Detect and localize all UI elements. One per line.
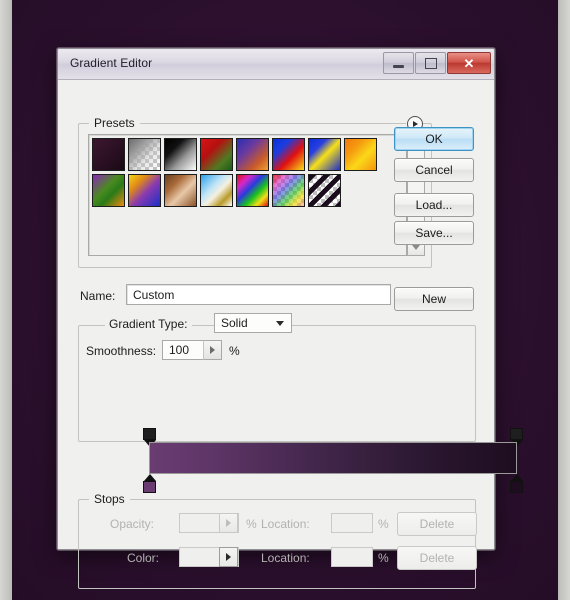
presets-group: Presets (78, 115, 432, 268)
desktop-background: Gradient Editor ✕ Presets OK Cancel Load… (0, 0, 570, 600)
preset-swatch-copper[interactable] (164, 174, 197, 207)
color-stop-right-pointer (510, 474, 523, 481)
preset-swatch-spectrum[interactable] (236, 174, 269, 207)
color-label: Color: (127, 551, 160, 565)
color-location-percent-label: % (378, 551, 389, 565)
opacity-location-label: Location: (261, 517, 310, 531)
minimize-button[interactable] (383, 52, 414, 74)
preset-swatch-fill (273, 175, 304, 206)
preset-swatch-fill (165, 175, 196, 206)
desktop-right-edge-strip (558, 0, 570, 600)
gradient-preview-bar[interactable] (149, 442, 517, 474)
gradient-settings-group: Gradient Type: Solid Smoothness: 100 % (78, 313, 476, 442)
close-button[interactable]: ✕ (447, 52, 491, 74)
name-label: Name: (80, 289, 116, 303)
presets-legend: Presets (89, 116, 140, 130)
gradient-type-label: Gradient Type: (105, 317, 192, 331)
preset-swatch-fill (201, 175, 232, 206)
ok-button[interactable]: OK (394, 127, 474, 151)
name-input[interactable]: Custom (126, 284, 391, 305)
preset-swatch-fill (93, 175, 124, 206)
maximize-button[interactable] (415, 52, 446, 74)
presets-swatch-pane[interactable] (88, 134, 407, 256)
opacity-stop-left-swatch (143, 428, 156, 440)
preset-swatch-fill (165, 139, 196, 170)
preset-swatch-fill (237, 175, 268, 206)
scroll-down-arrow-icon (412, 245, 420, 250)
stops-group: Stops Opacity: % Location: % Delete Colo… (78, 492, 477, 589)
load-button[interactable]: Load... (394, 193, 474, 217)
preset-swatch-chrome[interactable] (200, 174, 233, 207)
color-delete-button[interactable]: Delete (397, 546, 477, 570)
preset-swatch-foreground-to-background[interactable] (92, 138, 125, 171)
window-title: Gradient Editor (70, 56, 153, 70)
preset-swatch-fill (93, 139, 124, 170)
dialog-body: Presets OK Cancel Load... Save... New Na… (58, 80, 523, 589)
gradient-editor-window: Gradient Editor ✕ Presets OK Cancel Load… (57, 48, 523, 589)
preset-swatch-fill (201, 139, 232, 170)
preset-swatch-violet-green-orange[interactable] (92, 174, 125, 207)
smoothness-stepper-button[interactable] (203, 340, 222, 360)
color-location-label: Location: (261, 551, 310, 565)
preset-swatch-violet-orange[interactable] (236, 138, 269, 171)
gradient-type-select[interactable]: Solid (214, 313, 292, 333)
desktop-left-edge-strip (0, 0, 12, 600)
preset-swatch-fill (237, 139, 268, 170)
color-stop-left-pointer (143, 474, 156, 481)
cancel-button[interactable]: Cancel (394, 158, 474, 182)
preset-swatch-fill (309, 139, 340, 170)
opacity-location-input[interactable] (331, 513, 373, 533)
opacity-label: Opacity: (110, 517, 155, 531)
window-controls: ✕ (382, 52, 491, 74)
color-stop-right[interactable] (510, 474, 523, 493)
color-stop-left[interactable] (143, 474, 156, 493)
color-location-input[interactable] (331, 547, 373, 567)
presets-swatch-grid (92, 138, 386, 210)
chevron-right-icon (210, 346, 215, 354)
preset-swatch-fill (345, 139, 376, 170)
close-icon: ✕ (463, 55, 475, 71)
preset-swatch-fill (129, 139, 160, 170)
color-stop-right-swatch (510, 481, 523, 493)
preset-swatch-blue-yellow-blue[interactable] (308, 138, 341, 171)
maximize-icon (424, 57, 437, 69)
preset-swatch-foreground-to-transparent[interactable] (128, 138, 161, 171)
preset-swatch-transparent-stripes[interactable] (308, 174, 341, 207)
opacity-location-percent-label: % (378, 517, 389, 531)
preset-swatch-yellow-violet-orange-blue[interactable] (128, 174, 161, 207)
preset-swatch-transparent-rainbow[interactable] (272, 174, 305, 207)
smoothness-percent-label: % (229, 344, 240, 358)
preset-swatch-blue-red-yellow[interactable] (272, 138, 305, 171)
preset-swatch-red-green[interactable] (200, 138, 233, 171)
preset-swatch-fill (273, 139, 304, 170)
color-stop-left-swatch (143, 481, 156, 493)
chevron-right-icon (226, 519, 231, 527)
chevron-right-icon (226, 553, 231, 561)
preset-swatch-fill (309, 175, 340, 206)
opacity-stepper-button[interactable] (219, 513, 238, 533)
preset-swatch-orange-yellow-orange[interactable] (344, 138, 377, 171)
window-titlebar[interactable]: Gradient Editor ✕ (58, 49, 494, 80)
minimize-icon (393, 64, 404, 68)
opacity-delete-button[interactable]: Delete (397, 512, 477, 536)
opacity-percent-label: % (246, 517, 257, 531)
new-button[interactable]: New (394, 287, 474, 311)
preset-swatch-fill (129, 175, 160, 206)
smoothness-label: Smoothness: (86, 344, 157, 358)
stops-legend: Stops (89, 492, 130, 506)
save-button[interactable]: Save... (394, 221, 474, 245)
chevron-down-icon (276, 321, 284, 326)
color-stepper-button[interactable] (219, 547, 238, 567)
preset-swatch-black-white[interactable] (164, 138, 197, 171)
gradient-type-value: Solid (221, 316, 248, 330)
opacity-stop-right-swatch (510, 428, 523, 440)
